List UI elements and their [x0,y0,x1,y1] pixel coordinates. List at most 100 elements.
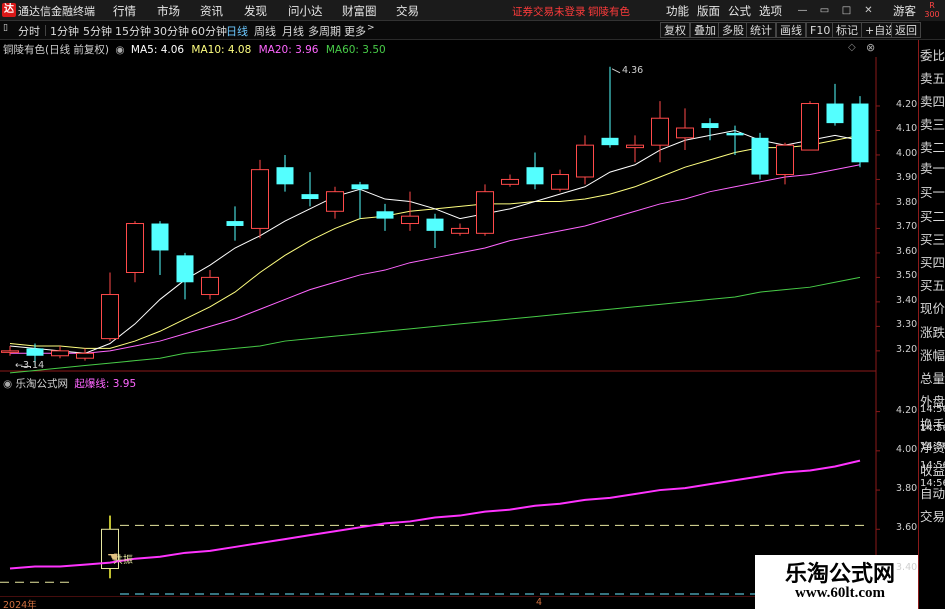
candle-body-up [451,227,469,234]
back-button[interactable]: 返回 [891,22,921,38]
quote-label: 总量 [920,371,945,386]
breakout-line [9,459,861,570]
overlay-button[interactable]: 叠加 [690,22,720,38]
stats-button[interactable]: 统计 [746,22,776,38]
low-annotation: ←3.14 [15,359,45,371]
candle-body-down [176,255,194,283]
period-tab-5min[interactable]: 5分钟 [83,23,112,39]
candle-body-down [226,221,244,226]
period-tab-fenshi[interactable]: 分时 [18,23,40,39]
period-tab-1min[interactable]: 1分钟 [50,23,79,39]
quote-label: 14:56 [920,422,945,434]
high-annotation: 4.36 [622,64,644,76]
login-warning[interactable]: 证券交易未登录 [512,4,586,19]
price-tick-label: 3.40 [896,294,918,306]
candle-body-up [326,191,344,212]
app-logo-icon: 达 [2,3,16,17]
price-tick-label: 3.70 [896,221,918,233]
candle-body-down [276,167,294,185]
menu-wealth[interactable]: 财富圈 [342,3,377,19]
badge-line2: 300 [924,10,940,19]
maximize-icon[interactable]: □ [840,4,853,17]
ma-info-row: 铜陵有色(日线 前复权) ◉ MA5: 4.06 MA10: 4.08 MA20… [3,42,386,57]
date-month: 4 [536,597,543,608]
menu-news[interactable]: 资讯 [200,3,223,19]
candle-body-up [551,174,569,190]
quote-label: 卖二 [920,140,945,155]
watermark-title: 乐淘公式网 [785,562,896,587]
candle-body-up [201,276,219,296]
sub-price-tick-label: 3.40 [896,561,918,573]
menu-options[interactable]: 选项 [759,3,782,19]
quote-label: 14:56 [920,404,945,415]
candle-body-down [151,223,169,251]
ma60-value: MA60: 3.50 [325,44,386,56]
period-tab-15min[interactable]: 15分钟 [115,23,151,39]
period-tab-multi[interactable]: 多周期 [308,23,341,39]
quote-label: 买四 [920,255,945,270]
app-title: 通达信金融终端 [18,5,95,18]
mark-button[interactable]: 标记 [832,22,862,38]
quote-label: 买一 [920,185,945,200]
price-tick-label: 3.80 [896,196,918,208]
period-tab-30min[interactable]: 30分钟 [153,23,189,39]
candle-body-up [76,352,94,359]
candle-body-up [776,144,794,176]
candle-body-up [626,144,644,149]
candle-body-up [801,103,819,151]
menu-layout[interactable]: 版面 [697,3,720,19]
candle-body-down [701,123,719,129]
candle-body-up [1,350,19,353]
period-tab-monthly[interactable]: 月线 [282,23,304,39]
menu-trade[interactable]: 交易 [396,3,419,19]
quote-label: 现价 [920,301,945,316]
sub-price-tick-label: 4.00 [896,443,918,455]
period-tab-60min[interactable]: 60分钟 [191,23,227,39]
date-year: 2024年 [3,600,37,609]
candle-body-down [26,348,44,356]
menu-function[interactable]: 功能 [666,3,689,19]
candle-body-up [651,117,669,146]
menu-ask[interactable]: 问小达 [288,3,323,19]
menu-formula[interactable]: 公式 [728,3,751,19]
draw-line-button[interactable]: 画线 [776,22,806,38]
minimize-icon[interactable]: — [796,4,809,17]
watermark-url: www.60lt.com [795,585,885,601]
quote-label: 买二 [920,209,945,224]
guest-label[interactable]: 游客 [893,3,916,19]
info-settings-icon[interactable]: ◉ [115,44,124,56]
period-tab-more[interactable]: 更多 [344,23,366,39]
menu-quotes[interactable]: 行情 [113,3,136,19]
high-marker [611,68,621,74]
fuquan-button[interactable]: 复权 [660,22,690,38]
price-tick-label: 3.50 [896,270,918,282]
quote-label: 涨跌 [920,325,945,340]
diamond-icon[interactable]: ◇ [848,42,856,53]
kline-chart[interactable] [0,40,918,609]
close-panel-icon[interactable]: ⊗ [866,41,875,54]
candle-body-down [851,103,869,163]
period-tab-daily[interactable]: 日线 [226,23,248,39]
multi-stock-button[interactable]: 多股 [718,22,748,38]
candle-body-down [826,103,844,124]
toolbar-grip-icon: ▯ [3,23,8,33]
period-tab-weekly[interactable]: 周线 [254,23,276,39]
candle-body-down [751,137,769,175]
price-tick-label: 3.90 [896,172,918,184]
price-tick-label: 3.30 [896,319,918,331]
more-arrow-icon[interactable]: > [367,23,375,33]
sub-indicator-name: 乐淘公式网 [15,378,69,390]
candle-body-down [301,194,319,200]
r-badge: R 300 [919,0,945,21]
sub-settings-icon[interactable]: ◉ [3,378,12,390]
close-icon[interactable]: ✕ [862,4,875,17]
candle-body-up [251,169,269,229]
candle-body-down [601,137,619,146]
restore-icon[interactable]: ▭ [818,4,831,17]
candle-body-up [576,144,594,178]
menu-discover[interactable]: 发现 [244,3,267,19]
quote-label: 涨幅 [920,348,945,363]
quote-label: 14:56 [920,478,945,489]
menu-market[interactable]: 市场 [157,3,180,19]
f10-button[interactable]: F10 [806,22,835,38]
